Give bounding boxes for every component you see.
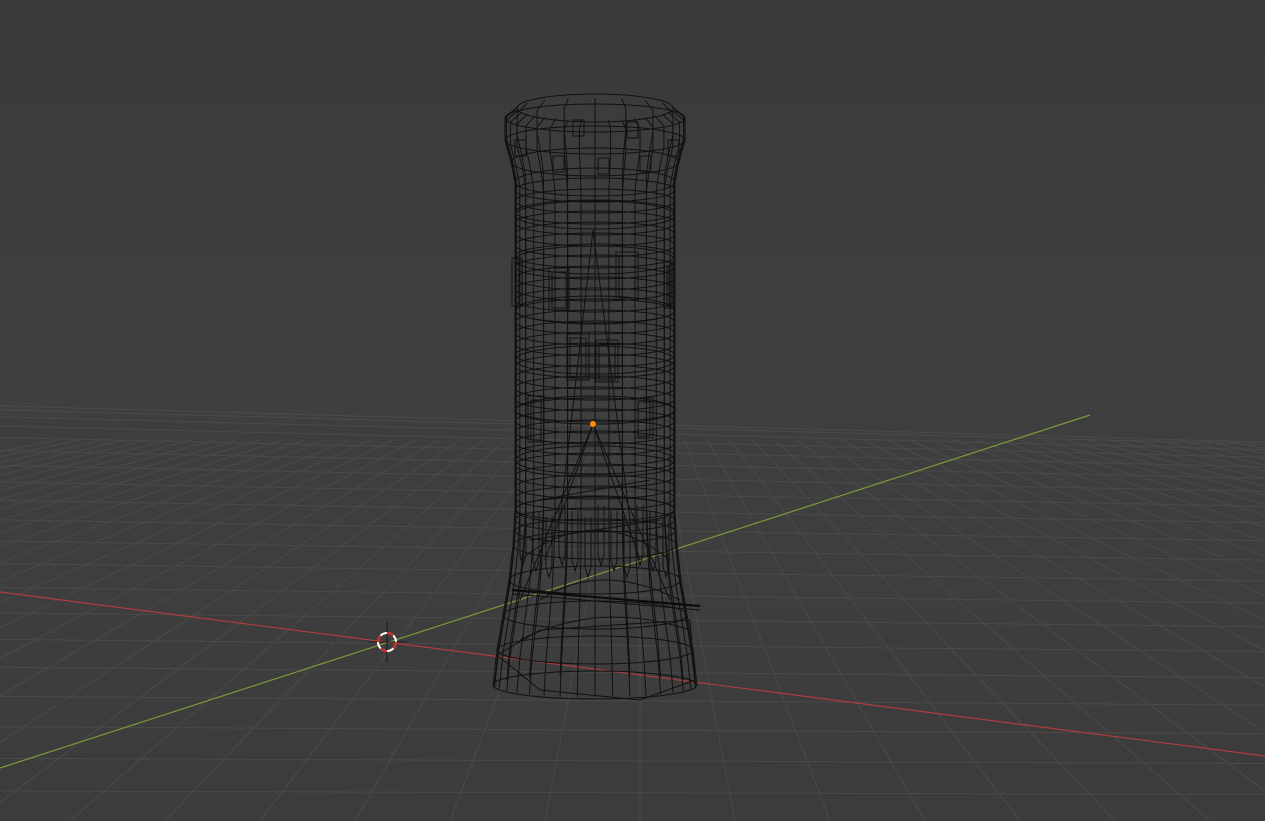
object-origin-point[interactable] bbox=[590, 421, 596, 427]
x-axis-line bbox=[0, 591, 1265, 757]
tower-wireframe-icon[interactable] bbox=[492, 93, 701, 701]
viewport-canvas[interactable] bbox=[0, 0, 1265, 821]
floor-grid bbox=[0, 405, 1265, 821]
3d-viewport[interactable] bbox=[0, 0, 1265, 821]
3d-cursor-icon[interactable] bbox=[367, 622, 407, 662]
